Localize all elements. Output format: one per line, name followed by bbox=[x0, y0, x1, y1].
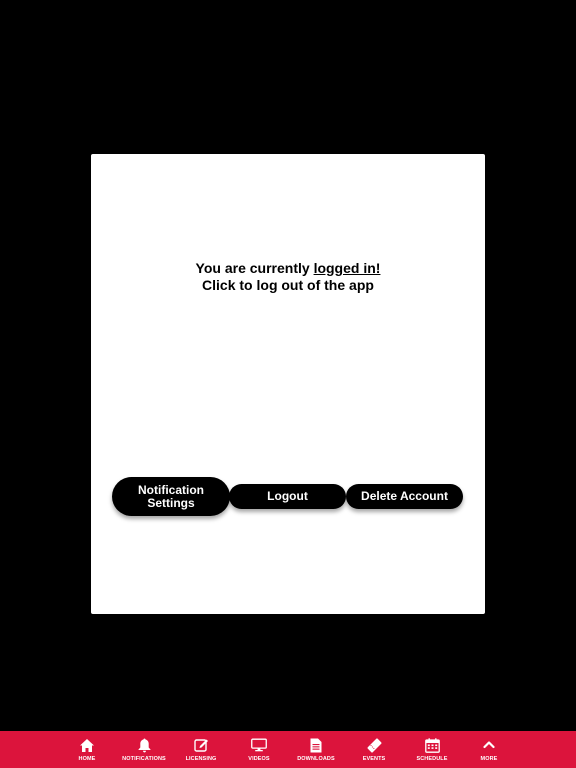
tab-home[interactable]: HOME bbox=[58, 731, 116, 768]
monitor-icon bbox=[251, 737, 267, 753]
tab-notifications[interactable]: NOTIFICATIONS bbox=[115, 731, 173, 768]
calendar-icon bbox=[424, 737, 440, 753]
tab-licensing[interactable]: LICENSING bbox=[172, 731, 230, 768]
ticket-icon bbox=[366, 737, 382, 753]
tab-videos[interactable]: VIDEOS bbox=[230, 731, 288, 768]
logout-button-label: Logout bbox=[267, 489, 308, 503]
tab-notifications-label: NOTIFICATIONS bbox=[122, 756, 166, 762]
tab-home-label: HOME bbox=[78, 756, 96, 762]
tab-events-label: EVENTS bbox=[362, 756, 386, 762]
logout-hint-text: Click to log out of the app bbox=[202, 277, 374, 293]
tab-licensing-label: LICENSING bbox=[185, 756, 217, 762]
home-icon bbox=[79, 737, 95, 753]
notification-settings-button[interactable]: Notification Settings bbox=[112, 477, 230, 516]
tab-downloads-label: DOWNLOADS bbox=[297, 756, 335, 762]
tab-events[interactable]: EVENTS bbox=[345, 731, 403, 768]
app-screen: You are currently logged in! Click to lo… bbox=[0, 0, 576, 768]
edit-icon bbox=[193, 737, 209, 753]
tab-more[interactable]: MORE bbox=[460, 731, 518, 768]
chevron-up-icon bbox=[481, 737, 497, 753]
tab-downloads[interactable]: DOWNLOADS bbox=[287, 731, 345, 768]
bell-icon bbox=[136, 737, 152, 753]
login-status-line: You are currently logged in! bbox=[91, 260, 485, 277]
tab-more-label: MORE bbox=[480, 756, 498, 762]
login-status-message: You are currently logged in! Click to lo… bbox=[91, 260, 485, 294]
logout-button[interactable]: Logout bbox=[229, 484, 346, 509]
tab-schedule[interactable]: SCHEDULE bbox=[403, 731, 461, 768]
logged-in-link[interactable]: logged in! bbox=[314, 260, 381, 276]
bottom-tab-bar: HOME NOTIFICATIONS LICENSING VIDEOS DOWN… bbox=[0, 731, 576, 768]
delete-account-button[interactable]: Delete Account bbox=[346, 484, 463, 509]
tab-videos-label: VIDEOS bbox=[248, 756, 270, 762]
login-status-prefix: You are currently bbox=[195, 260, 314, 276]
account-panel: You are currently logged in! Click to lo… bbox=[91, 154, 485, 614]
tab-schedule-label: SCHEDULE bbox=[416, 756, 448, 762]
delete-account-button-label: Delete Account bbox=[361, 489, 448, 503]
document-icon bbox=[308, 737, 324, 753]
notification-settings-label-line1: Notification bbox=[138, 482, 204, 497]
notification-settings-label-line2: Settings bbox=[147, 495, 195, 510]
